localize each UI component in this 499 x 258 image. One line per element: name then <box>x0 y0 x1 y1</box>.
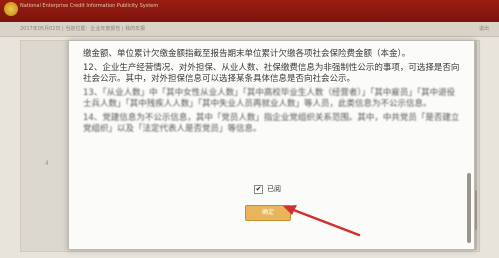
red-arrow-annotation <box>283 205 361 237</box>
breadcrumb: 2017年05月02日 | 当前位置：企业年度报告 | 我的年报 <box>20 26 146 32</box>
notice-paragraph-12: 12、企业生产经营情况、对外担保、从业人数、社保缴费信息为非强制性公示的事项，可… <box>83 62 460 85</box>
notice-paragraph-13: 13、「从业人数」中「其中女性从业人数」「其中高校毕业生人数（经营者）」「其中雇… <box>83 87 456 110</box>
site-header: National Enterprise Credit Information P… <box>0 0 499 22</box>
dialog-scrollbar-thumb[interactable] <box>467 173 471 243</box>
background-marker: 4 <box>45 160 49 167</box>
national-emblem-icon <box>4 2 18 16</box>
logout-link[interactable]: 退出 <box>479 25 489 32</box>
agree-label[interactable]: 已阅 <box>267 184 281 194</box>
notice-text: 缴金额、单位累计欠缴金额指截至报告期末单位累计欠缴各项社会保险费金额（本金）。 … <box>83 49 463 138</box>
notice-paragraph-11: 缴金额、单位累计欠缴金额指截至报告期末单位累计欠缴各项社会保险费金额（本金）。 <box>83 49 411 59</box>
notice-paragraph-14: 14、党建信息为不公示信息，其中「党员人数」指企业党组织关系范围。其中，中共党员… <box>83 112 460 135</box>
site-title: National Enterprise Credit Information P… <box>20 3 159 9</box>
breadcrumb-bar: 2017年05月02日 | 当前位置：企业年度报告 | 我的年报 退出 <box>0 22 499 37</box>
agree-row[interactable]: ✔ 已阅 <box>254 183 281 195</box>
agree-checkbox[interactable]: ✔ <box>254 184 263 194</box>
notice-dialog: 缴金额、单位累计欠缴金额指截至报告期末单位累计欠缴各项社会保险费金额（本金）。 … <box>68 40 475 250</box>
